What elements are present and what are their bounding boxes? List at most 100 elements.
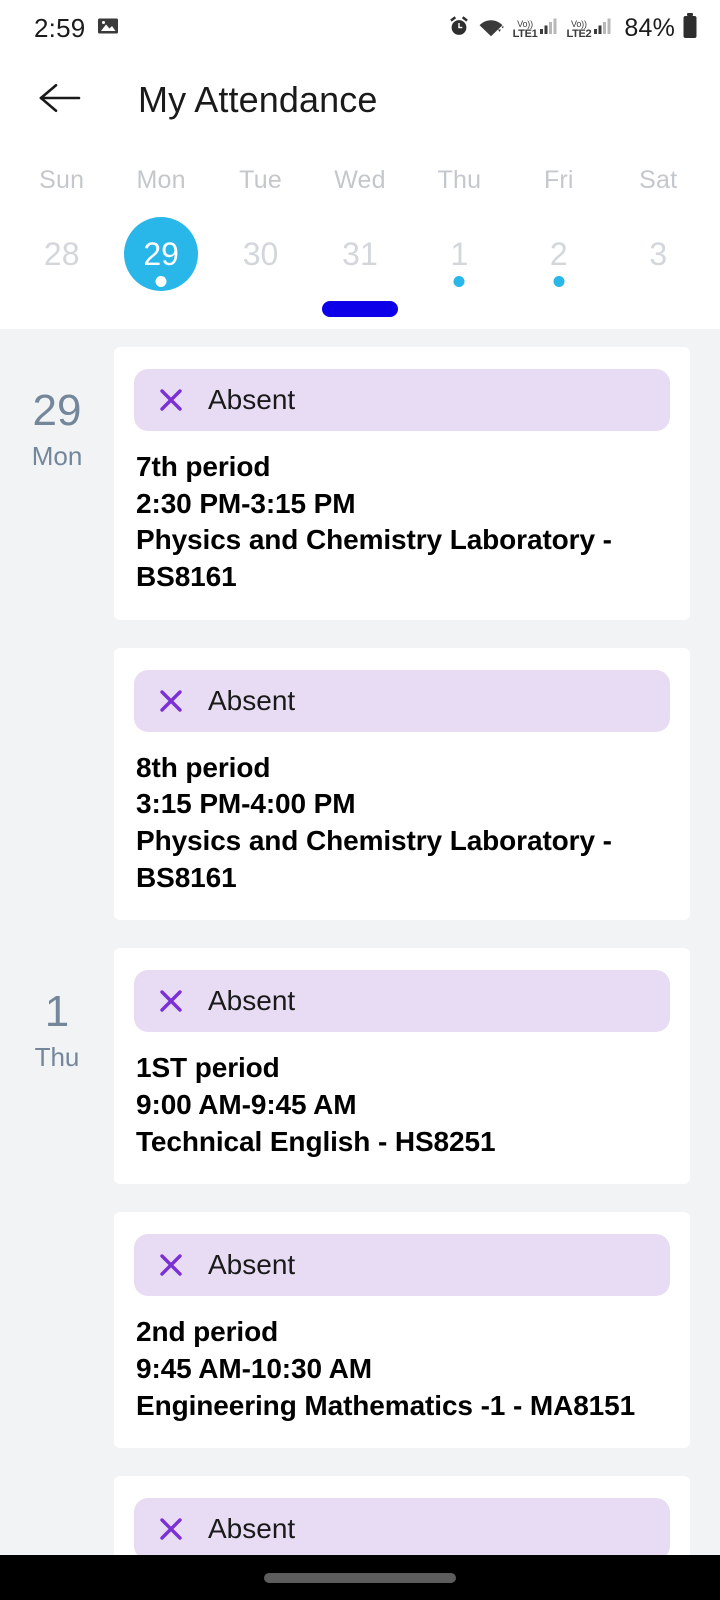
calendar-weekday-cell: Thu <box>410 158 509 195</box>
entry-subject: Physics and Chemistry Laboratory - BS816… <box>136 524 612 593</box>
calendar-weekday-cell: Tue <box>211 158 310 195</box>
status-badge[interactable]: Absent <box>134 1498 670 1561</box>
cross-icon <box>156 1250 186 1280</box>
calendar-day[interactable]: 31 <box>323 217 397 291</box>
volte-lte2-icon: Vo)) LTE2 <box>566 17 613 40</box>
calendar-expand-indicator[interactable] <box>322 301 398 317</box>
calendar-day-cell: 28 <box>12 195 111 291</box>
signal-lte1-icon <box>539 17 559 40</box>
status-badge-label: Absent <box>208 985 296 1017</box>
attendance-card[interactable]: Absent 7th period 2:30 PM-3:15 PM Physics a… <box>114 347 690 620</box>
status-badge-label: Absent <box>208 684 296 716</box>
status-bar-right: Vo)) LTE1 Vo)) LTE2 84% <box>447 12 698 44</box>
calendar-weekday-label: Thu <box>437 166 482 194</box>
calendar-day-number: 3 <box>649 236 668 272</box>
cross-icon <box>156 686 186 716</box>
cross-icon <box>156 385 186 415</box>
attendance-entry-row: Absent 8th period 3:15 PM-4:00 PM Physics a… <box>0 647 720 949</box>
entry-time: 9:45 AM-10:30 AM <box>136 1353 372 1385</box>
cross-icon <box>156 986 186 1016</box>
attendance-list: 29 Mon Absent 7th period 2:30 PM-3:15 PM Phys… <box>0 329 720 1600</box>
entry-date-number: 1 <box>44 987 70 1037</box>
attendance-entry-row: Absent 2nd period 9:45 AM-10:30 AM Engineer… <box>0 1212 720 1476</box>
status-badge[interactable]: Absent <box>134 369 670 431</box>
attendance-card-details: 8th period 3:15 PM-4:00 PM Physics and Che… <box>134 750 670 897</box>
calendar-day-cell: 29 <box>111 195 210 291</box>
calendar-weekday-cell: Sat <box>609 158 708 195</box>
calendar-day[interactable]: 3 <box>621 217 695 291</box>
calendar-day-number: 28 <box>43 236 80 272</box>
calendar-day-cell: 31 <box>310 195 409 291</box>
signal-lte2-icon <box>593 17 613 40</box>
status-badge-label: Absent <box>208 1513 296 1545</box>
calendar-weekday-label: Wed <box>334 166 386 194</box>
calendar-weekday-label: Mon <box>136 166 186 194</box>
calendar-weekday-cell: Sun <box>12 158 111 195</box>
calendar-day[interactable]: 30 <box>224 217 298 291</box>
calendar-weekday-label: Tue <box>239 166 282 194</box>
entry-time: 3:15 PM-4:00 PM <box>136 788 356 820</box>
entry-period: 1ST period <box>136 1052 280 1084</box>
calendar-day-number: 2 <box>549 236 568 272</box>
calendar-weekday-header: Sun Mon Tue Wed Thu Fri Sat <box>0 158 720 195</box>
attendance-card[interactable]: Absent 8th period 3:15 PM-4:00 PM Physics a… <box>114 647 690 921</box>
system-navigation-bar <box>0 1555 720 1600</box>
calendar-weekday-label: Sat <box>639 166 678 194</box>
calendar-day-selected[interactable]: 29 <box>124 217 199 291</box>
calendar-weekday-cell: Wed <box>310 158 409 195</box>
calendar-days-row: 28 29 30 31 1 2 3 <box>0 195 720 291</box>
status-badge-label: Absent <box>208 1249 296 1281</box>
calendar-day[interactable]: 2 <box>522 217 596 291</box>
calendar-day-event-dot <box>553 276 565 287</box>
status-badge[interactable]: Absent <box>134 1234 670 1297</box>
calendar-day-event-dot <box>453 276 465 287</box>
back-button[interactable] <box>32 72 88 128</box>
entry-date-weekday: Mon <box>31 441 83 471</box>
volte-sim2-bottom: LTE2 <box>566 27 592 40</box>
lte2-label-group: Vo)) LTE2 <box>566 19 592 40</box>
status-bar: 2:59 Vo)) LTE1 Vo)) LTE2 84% <box>0 0 720 56</box>
alarm-icon <box>447 14 471 43</box>
battery-icon <box>682 12 698 44</box>
calendar-weekday-cell: Mon <box>111 158 210 195</box>
battery-percent-label: 84% <box>624 13 675 42</box>
calendar-day[interactable]: 28 <box>25 217 99 291</box>
status-badge[interactable]: Absent <box>134 970 670 1033</box>
volte-sim1-bottom: LTE1 <box>512 27 538 40</box>
entry-period: 2nd period <box>136 1316 279 1348</box>
entry-subject: Technical English - HS8251 <box>136 1125 496 1157</box>
status-badge-label: Absent <box>208 384 296 415</box>
attendance-card[interactable]: Absent 1ST period 9:00 AM-9:45 AM Technical… <box>114 948 690 1185</box>
entry-subject: Physics and Chemistry Laboratory - BS816… <box>136 825 612 893</box>
calendar-day-cell: 2 <box>509 195 608 291</box>
attendance-entry-row: 1 Thu Absent 1ST period 9:00 AM-9:45 AM Techn… <box>0 948 720 1212</box>
lte1-label-group: Vo)) LTE1 <box>512 19 538 40</box>
entry-date-weekday: Thu <box>34 1042 80 1073</box>
entry-date-column: 1 Thu <box>0 948 114 1073</box>
page-title: My Attendance <box>138 79 378 120</box>
image-icon <box>97 15 119 42</box>
entry-time: 2:30 PM-3:15 PM <box>136 487 356 519</box>
home-gesture-pill[interactable] <box>264 1572 456 1583</box>
calendar-weekday-cell: Fri <box>509 158 608 195</box>
entry-date-column: 29 Mon <box>0 347 114 472</box>
entry-period: 7th period <box>136 451 271 482</box>
calendar-day-number: 1 <box>450 236 469 272</box>
calendar-day-event-dot <box>155 276 167 287</box>
entry-subject: Engineering Mathematics -1 - MA8151 <box>136 1389 636 1421</box>
calendar-day-cell: 30 <box>211 195 310 291</box>
calendar-day-number: 29 <box>143 236 179 272</box>
calendar-indicator-row <box>0 301 720 317</box>
week-calendar: Sun Mon Tue Wed Thu Fri Sat 28 29 30 31 1 2 3 <box>0 144 720 329</box>
attendance-card-details: 2nd period 9:45 AM-10:30 AM Engineering Ma… <box>134 1314 670 1424</box>
attendance-card[interactable]: Absent 2nd period 9:45 AM-10:30 AM Engineer… <box>114 1212 690 1449</box>
attendance-card-details: 1ST period 9:00 AM-9:45 AM Technical Engli… <box>134 1050 670 1160</box>
attendance-card-details: 7th period 2:30 PM-3:15 PM Physics and Che… <box>134 449 670 596</box>
entry-date-number: 29 <box>32 386 82 435</box>
status-badge[interactable]: Absent <box>134 669 670 732</box>
calendar-day[interactable]: 1 <box>422 217 496 291</box>
back-arrow-icon <box>38 81 82 120</box>
calendar-day-cell: 1 <box>410 195 509 291</box>
cross-icon <box>156 1514 186 1544</box>
app-screen: 2:59 Vo)) LTE1 Vo)) LTE2 84% My Attendan… <box>0 0 720 1600</box>
